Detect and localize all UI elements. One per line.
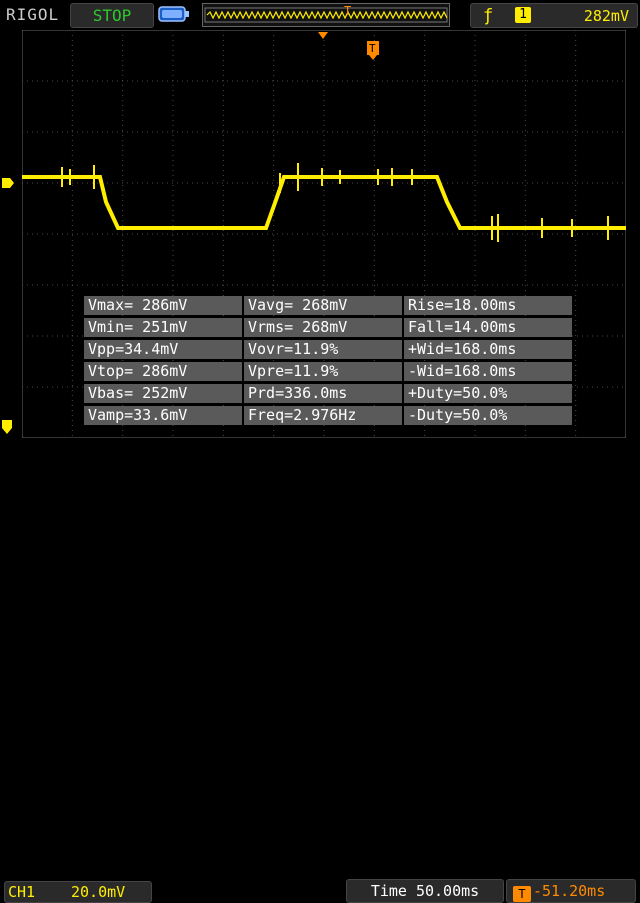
measurement-vtop: Vtop= 286mV	[84, 362, 244, 381]
trigger-position-marker: T	[344, 4, 351, 18]
ch1-label: CH1	[8, 883, 36, 901]
measurement-vmax: Vmax= 286mV	[84, 296, 244, 315]
measurement-vpre: Vpre=11.9%	[244, 362, 404, 381]
measurement-frequency: Freq=2.976Hz	[244, 406, 404, 425]
measurement-vbase: Vbas= 252mV	[84, 384, 244, 403]
measurement-vamp: Vamp=33.6mV	[84, 406, 244, 425]
measurement-row: Vpp=34.4mV Vovr=11.9% +Wid=168.0ms	[84, 340, 572, 359]
measurement-period: Prd=336.0ms	[244, 384, 404, 403]
timebase-label: Time	[370, 882, 407, 900]
measurement-row: Vamp=33.6mV Freq=2.976Hz -Duty=50.0%	[84, 406, 572, 425]
measurement-vmin: Vmin= 251mV	[84, 318, 244, 337]
rising-edge-icon: ƒ	[483, 6, 494, 26]
ch1-offset-marker	[2, 178, 14, 188]
trigger-panel[interactable]: ƒ 1 282mV	[470, 3, 638, 28]
ch1-scale-button[interactable]: CH1 20.0mV	[4, 881, 152, 903]
measurement-vpp: Vpp=34.4mV	[84, 340, 244, 359]
trigger-offset-icon: T	[513, 886, 531, 902]
trigger-source-badge: 1	[515, 7, 531, 23]
run-stop-button[interactable]: STOP	[70, 3, 154, 28]
timebase-button[interactable]: Time 50.00ms	[346, 879, 504, 903]
measurement-row: Vmax= 286mV Vavg= 268mV Rise=18.00ms	[84, 296, 572, 315]
svg-text:T: T	[369, 42, 376, 55]
measurement-pos-duty: +Duty=50.0%	[404, 384, 572, 403]
top-status-bar: RIGOL STOP T ƒ 1 282mV	[0, 0, 640, 30]
measurement-rise: Rise=18.00ms	[404, 296, 572, 315]
ch1-ground-marker	[2, 420, 12, 434]
measurement-vrms: Vrms= 268mV	[244, 318, 404, 337]
measurement-row: Vbas= 252mV Prd=336.0ms +Duty=50.0%	[84, 384, 572, 403]
measurement-vovr: Vovr=11.9%	[244, 340, 404, 359]
bottom-status-bar: CH1 20.0mV Time 50.00ms T -51.20ms	[0, 438, 640, 903]
trigger-level: 282mV	[583, 7, 629, 25]
left-marker-bar	[0, 30, 22, 438]
measurement-neg-width: -Wid=168.0ms	[404, 362, 572, 381]
timebase-value: 50.00ms	[415, 882, 480, 900]
measurement-fall: Fall=14.00ms	[404, 318, 572, 337]
measurement-row: Vtop= 286mV Vpre=11.9% -Wid=168.0ms	[84, 362, 572, 381]
horizontal-offset-button[interactable]: T -51.20ms	[506, 879, 636, 903]
measurement-vavg: Vavg= 268mV	[244, 296, 404, 315]
measurement-table: Vmax= 286mV Vavg= 268mV Rise=18.00ms Vmi…	[84, 296, 572, 428]
measurement-neg-duty: -Duty=50.0%	[404, 406, 572, 425]
measurement-row: Vmin= 251mV Vrms= 268mV Fall=14.00ms	[84, 318, 572, 337]
measurement-pos-width: +Wid=168.0ms	[404, 340, 572, 359]
memory-depth-strip[interactable]: T	[202, 3, 450, 27]
brand-logo: RIGOL	[6, 5, 60, 24]
horizontal-offset-value: -51.20ms	[533, 882, 606, 900]
ch1-volts-per-div: 20.0mV	[71, 883, 126, 901]
usb-storage-icon	[158, 6, 189, 22]
